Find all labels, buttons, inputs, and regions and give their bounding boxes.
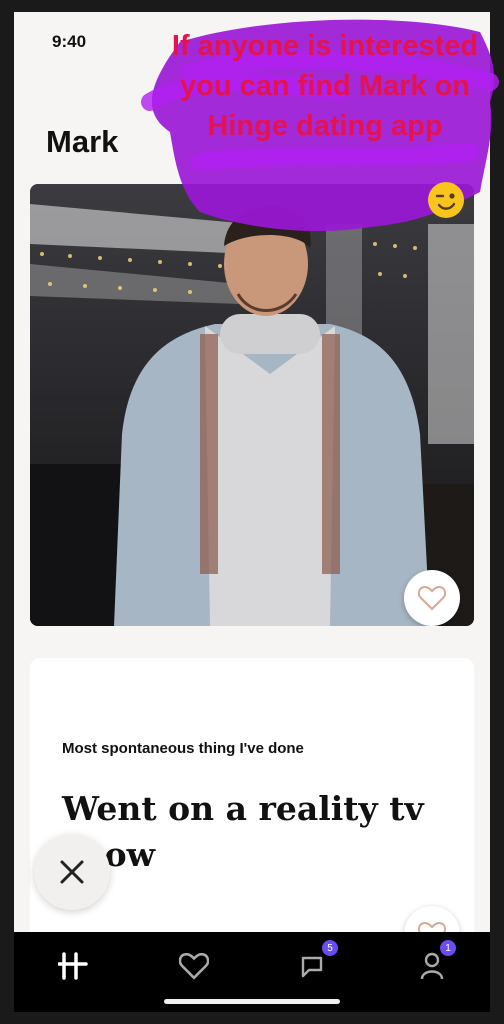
status-time: 9:40	[52, 32, 87, 51]
tab-likes[interactable]	[174, 946, 214, 986]
profile-photo[interactable]	[30, 184, 474, 626]
heart-icon	[179, 952, 209, 980]
prompt-question: Most spontaneous thing I've done	[62, 740, 304, 757]
story-text: If anyone is interested you can find Mar…	[171, 30, 479, 142]
prompt-card: Most spontaneous thing I've done Went on…	[30, 658, 474, 968]
heart-icon	[418, 585, 446, 611]
profile-name: Mark	[46, 124, 119, 159]
tab-profile[interactable]: 1	[412, 940, 456, 986]
tab-home[interactable]	[54, 946, 94, 986]
matches-badge: 5	[322, 940, 338, 956]
prompt-answer: Went on a reality tv show	[62, 789, 424, 874]
close-icon	[60, 860, 84, 884]
skip-button[interactable]	[34, 834, 110, 910]
home-indicator	[164, 999, 340, 1004]
tab-matches[interactable]: 5	[294, 940, 338, 986]
bottom-tab-bar: 5 1	[14, 932, 490, 1012]
story-overlay: If anyone is interested you can find Mar…	[140, 12, 504, 242]
profile-photo-image	[30, 184, 474, 626]
profile-badge: 1	[440, 940, 456, 956]
winking-face-icon	[428, 182, 464, 218]
chat-icon	[301, 956, 323, 978]
hinge-logo-icon	[58, 952, 88, 980]
profile-icon	[420, 952, 444, 980]
photo-like-button[interactable]	[404, 570, 460, 626]
